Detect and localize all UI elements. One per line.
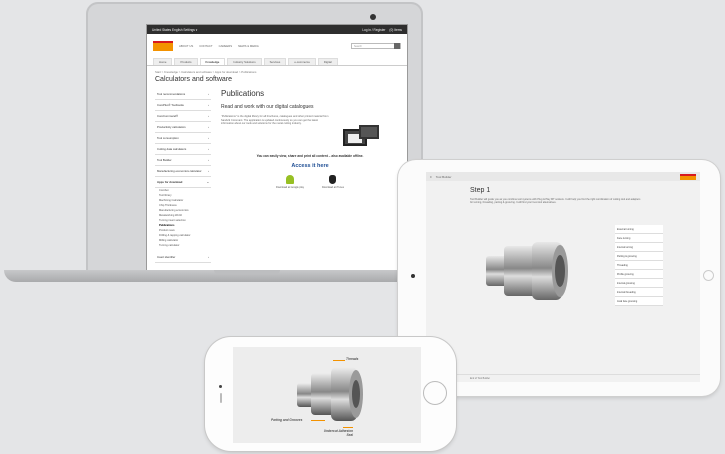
mini-nav: ABOUT US CONTACT CAREERS NEWS & MEDIA	[179, 44, 259, 48]
locale-selector[interactable]: United States English Settings ▾	[152, 28, 197, 32]
operation-option[interactable]: Internal grooving	[615, 279, 663, 288]
main-tabs: Home Products Knowledge Industry Solutio…	[147, 58, 407, 66]
tab-products[interactable]: Products	[174, 58, 198, 65]
operation-option[interactable]: External turning	[615, 225, 663, 234]
tab-ecommerce[interactable]: e-commerce	[288, 58, 316, 65]
operation-option[interactable]: Internal threading	[615, 288, 663, 297]
sidebar-item-apps[interactable]: Apps for download ⌄	[155, 177, 211, 188]
tablet-home-button[interactable]	[703, 270, 714, 281]
main-content: Publications Read and work with our digi…	[221, 89, 399, 263]
sidebar-item[interactable]: Tool Builder ›	[155, 155, 211, 166]
menu-icon[interactable]: ≡	[430, 175, 432, 179]
breadcrumb[interactable]: Start > Knowledge > Calculators and soft…	[147, 66, 407, 76]
sidebar-item[interactable]: Cutting data calculators ›	[155, 144, 211, 155]
sidebar-subitem[interactable]: Turning calculator	[155, 243, 211, 248]
apple-icon	[329, 174, 337, 184]
android-icon	[285, 174, 294, 184]
cart-link[interactable]: (0) Items	[389, 28, 402, 32]
sidebar-item[interactable]: Tool consumption ›	[155, 133, 211, 144]
camera-icon	[370, 14, 376, 20]
tab-home[interactable]: Home	[153, 58, 173, 65]
phone-speaker	[220, 393, 222, 403]
app-footer: End of Tool Builder	[426, 374, 700, 382]
mini-nav-careers[interactable]: CAREERS	[219, 44, 233, 48]
operation-option[interactable]: Threading	[615, 261, 663, 270]
sidebar: Tool recommendations › CoroPlus® ToolGuid…	[155, 89, 211, 263]
app-bar: ≡ Tool Builder	[426, 172, 700, 181]
phone-camera-icon	[219, 385, 222, 388]
operation-option[interactable]: Axial face grooving	[615, 297, 663, 306]
step-intro: Tool Builder will guide you as you combi…	[470, 198, 641, 205]
tab-digital[interactable]: Digital	[317, 58, 338, 65]
callout-line	[311, 420, 325, 421]
callout-threads: Threads	[346, 357, 359, 361]
search-placeholder: Search	[354, 44, 362, 48]
phone-home-button[interactable]	[423, 381, 447, 405]
sidebar-item-insert[interactable]: Insert identifier ›	[155, 252, 211, 263]
operation-option[interactable]: Parting & grooving	[615, 252, 663, 261]
page-title: Calculators and software	[155, 76, 233, 83]
sidebar-item[interactable]: Manufacturing economics calculator ›	[155, 166, 211, 177]
tab-knowledge[interactable]: Knowledge	[199, 58, 226, 65]
search-icon[interactable]	[394, 43, 400, 49]
sidebar-item[interactable]: CoroPlus® ToolGuide ›	[155, 100, 211, 111]
mini-nav-about[interactable]: ABOUT US	[179, 44, 193, 48]
tablet-camera-icon	[411, 274, 415, 278]
operation-option[interactable]: Internal turning	[615, 243, 663, 252]
mini-nav-contact[interactable]: CONTACT	[199, 44, 212, 48]
operation-list: External turning Face turning Internal t…	[615, 225, 663, 306]
callout-seal: Undercut Adhesion Seal	[323, 429, 353, 437]
publications-title: Publications	[221, 89, 265, 98]
store-links: Download at Google play Download at iTun…	[221, 174, 399, 189]
brand-logo-small	[680, 173, 696, 180]
operation-option[interactable]: Face turning	[615, 234, 663, 243]
access-link[interactable]: Access it here	[221, 163, 399, 169]
app-title: Tool Builder	[435, 174, 452, 179]
step-title: Step 1	[470, 187, 491, 194]
site-header: ABOUT US CONTACT CAREERS NEWS & MEDIA Se…	[147, 34, 407, 58]
phone-frame: Threads Parting and Grooves Undercut Adh…	[205, 337, 456, 451]
operation-option[interactable]: Profile grooving	[615, 270, 663, 279]
adapter-exploded-illustration	[297, 367, 363, 421]
search-input[interactable]: Search	[351, 43, 401, 49]
cta-text: You can easily view, share and print all…	[256, 153, 364, 158]
tablet-screen: ≡ Tool Builder Step 1 Tool Builder will …	[426, 172, 700, 382]
sidebar-item[interactable]: CoroCommand® ›	[155, 111, 211, 122]
mini-nav-news[interactable]: NEWS & MEDIA	[238, 44, 259, 48]
laptop-notch	[214, 270, 280, 274]
callout-parting: Parting and Grooves	[271, 418, 303, 422]
adapter-illustration	[486, 242, 568, 300]
login-link[interactable]: Log in / Register	[362, 28, 385, 32]
itunes-link[interactable]: Download at iTunes	[322, 174, 344, 189]
brand-logo[interactable]	[153, 41, 173, 51]
callout-line	[343, 427, 353, 428]
publications-heading: Read and work with our digital catalogue…	[221, 104, 314, 110]
tab-industry[interactable]: Industry Solutions	[227, 58, 262, 65]
sidebar-item[interactable]: Productivity calculators ›	[155, 122, 211, 133]
tab-services[interactable]: Services	[263, 58, 287, 65]
devices-illustration	[343, 123, 379, 151]
phone-screen: Threads Parting and Grooves Undercut Adh…	[233, 347, 421, 443]
google-play-link[interactable]: Download at Google play	[276, 174, 304, 189]
callout-line	[333, 360, 345, 361]
publications-text: “Publications” is the digital library fo…	[221, 115, 329, 126]
laptop-screen: United States English Settings ▾ Log in …	[146, 24, 408, 272]
sidebar-item[interactable]: Tool recommendations ›	[155, 89, 211, 100]
top-bar: United States English Settings ▾ Log in …	[147, 25, 407, 34]
